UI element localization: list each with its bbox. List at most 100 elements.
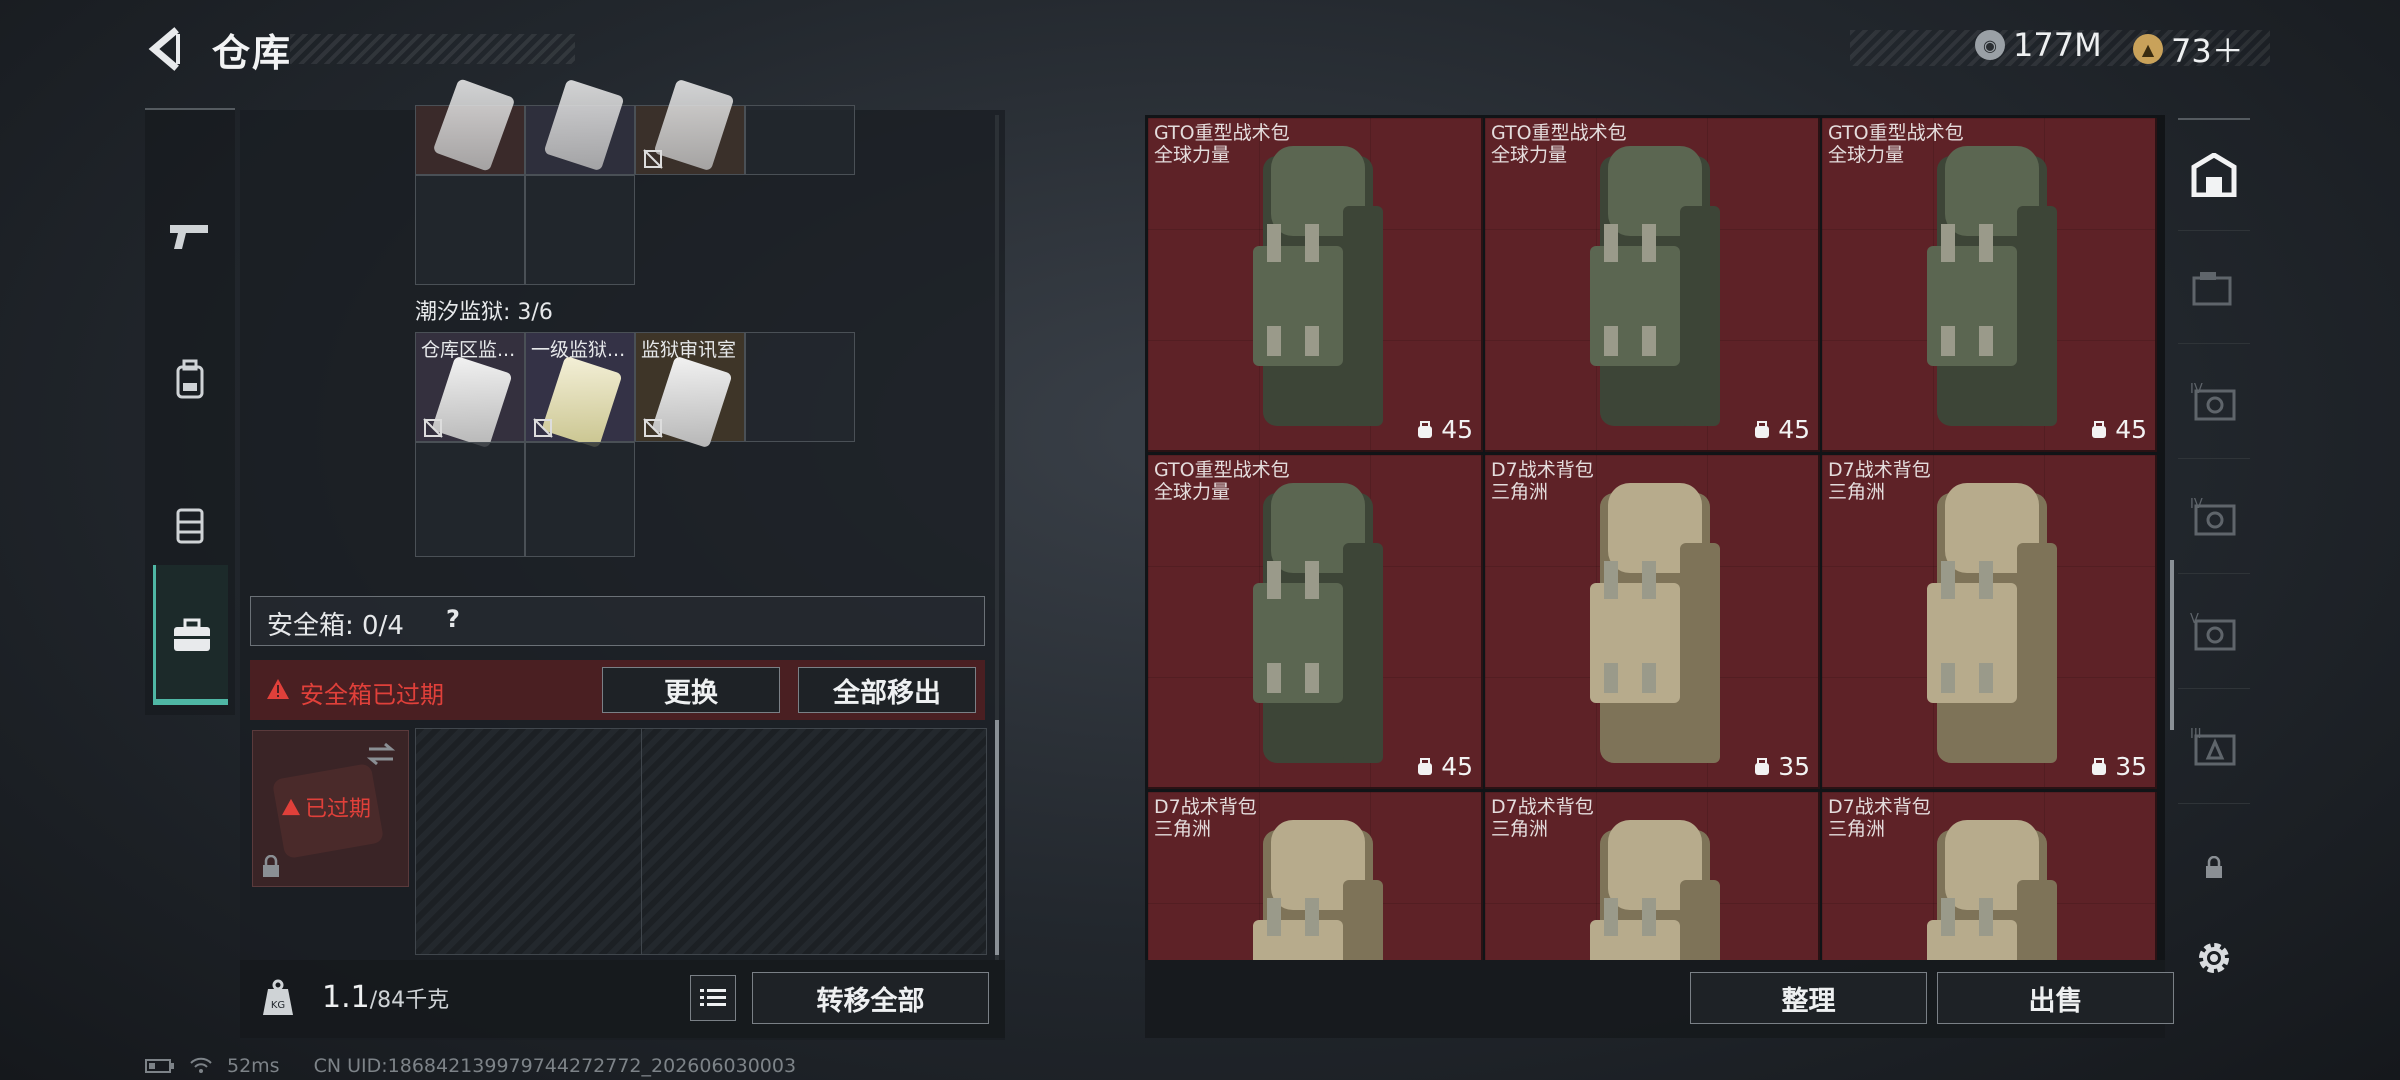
storage-item[interactable]: GTO重型战术包 全球力量 45 <box>1485 118 1820 452</box>
capacity-value: 45 <box>1441 415 1473 444</box>
grid-slot[interactable] <box>525 78 635 175</box>
transfer-all-button[interactable]: 转移全部 <box>752 972 989 1024</box>
grid-slot[interactable] <box>745 332 855 442</box>
grid-slot[interactable] <box>525 175 635 285</box>
settings-button[interactable] <box>2178 918 2250 998</box>
storage-tab-4[interactable]: V <box>2178 578 2250 689</box>
safebox-item[interactable]: 已过期 <box>252 730 409 887</box>
replace-button[interactable]: 更换 <box>602 667 780 713</box>
weight-value: 1.1 <box>322 980 370 1015</box>
nav-weapons[interactable] <box>145 170 235 300</box>
page-title: 仓库 <box>212 31 293 75</box>
left-scrollbar-thumb[interactable] <box>995 720 999 955</box>
svg-text:V: V <box>2190 612 2199 627</box>
warning-icon <box>267 679 289 699</box>
storage-tab-5[interactable]: III <box>2178 693 2250 804</box>
svg-text:IV: IV <box>2190 382 2203 397</box>
help-icon[interactable]: ? <box>446 605 460 633</box>
expired-warning-bar: 安全箱已过期 更换 全部移出 <box>250 660 985 720</box>
storage-item[interactable]: GTO重型战术包 全球力量 45 <box>1148 455 1483 789</box>
organize-button[interactable]: 整理 <box>1690 972 1927 1024</box>
item-capacity: 45 <box>2089 415 2147 444</box>
item-origin: 全球力量 <box>1491 144 1568 166</box>
item-origin: 三角洲 <box>1828 818 1886 840</box>
svg-text:IV: IV <box>2190 497 2203 512</box>
sell-button[interactable]: 出售 <box>1937 972 2174 1024</box>
keycard-slot-1[interactable]: 仓库区监... <box>415 332 525 449</box>
safebox-slots[interactable] <box>415 728 987 955</box>
remove-all-button[interactable]: 全部移出 <box>798 667 976 713</box>
list-icon <box>700 989 726 1006</box>
currency-secondary[interactable]: ▲ 73＋ <box>2133 26 2244 72</box>
back-icon[interactable] <box>140 24 190 74</box>
lock-icon <box>2206 856 2222 878</box>
briefcase-icon <box>174 618 210 651</box>
keycard-slot-2[interactable]: 一级监狱... <box>525 332 635 449</box>
item-name: GTO重型战术包 <box>1491 122 1627 144</box>
item-origin: 全球力量 <box>1154 144 1231 166</box>
item-name: GTO重型战术包 <box>1154 122 1290 144</box>
triangle-coin-icon: ▲ <box>2133 34 2163 64</box>
storage-item[interactable]: GTO重型战术包 全球力量 45 <box>1148 118 1483 452</box>
storage-tab-2[interactable]: IV <box>2178 348 2250 459</box>
nav-backpack[interactable] <box>145 315 235 445</box>
no-trade-icon <box>423 418 443 438</box>
coin-icon: ◉ <box>1975 30 2005 60</box>
currency-main[interactable]: ◉ 177M <box>1975 26 2102 64</box>
tier-triangle-icon: III <box>2190 727 2236 766</box>
item-capacity: 35 <box>2089 752 2147 781</box>
warehouse-icon <box>2191 153 2237 197</box>
item-name: D7战术背包 <box>1154 796 1257 818</box>
currency-secondary-value: 73＋ <box>2171 32 2244 70</box>
item-name: GTO重型战术包 <box>1154 459 1290 481</box>
storage-tab-locked[interactable] <box>2178 843 2250 893</box>
ping-text: 52ms <box>227 1055 280 1077</box>
storage-item[interactable]: D7战术背包 三角洲 <box>1148 792 1483 960</box>
item-name: D7战术背包 <box>1491 459 1594 481</box>
backpack-image <box>1253 146 1383 426</box>
capacity-icon <box>1755 420 1770 438</box>
nav-safebox[interactable] <box>153 565 228 705</box>
item-label: 仓库区监... <box>421 339 516 361</box>
item-origin: 三角洲 <box>1154 818 1212 840</box>
storage-item[interactable]: D7战术背包 三角洲 <box>1485 792 1820 960</box>
title-stripe-decor <box>290 34 575 64</box>
storage-item[interactable]: D7战术背包 三角洲 35 <box>1485 455 1820 789</box>
no-trade-icon <box>533 418 553 438</box>
weight-icon-label: KG <box>271 1000 285 1011</box>
storage-item[interactable]: GTO重型战术包 全球力量 45 <box>1822 118 2157 452</box>
status-bar: 52ms CN UID:1868421399797442727​72_20260… <box>145 1055 796 1077</box>
crate-icon <box>2192 272 2232 306</box>
grid-slot[interactable] <box>415 442 525 557</box>
item-name: GTO重型战术包 <box>1828 122 1964 144</box>
storage-item[interactable]: D7战术背包 三角洲 <box>1822 792 2157 960</box>
item-capacity: 35 <box>1752 752 1810 781</box>
keycard-slot-3[interactable]: 监狱审讯室 <box>635 332 745 449</box>
capacity-icon <box>1418 757 1433 775</box>
grid-slot[interactable] <box>635 78 745 175</box>
keycard-icon <box>653 78 735 172</box>
item-origin: 全球力量 <box>1828 144 1905 166</box>
capacity-value: 35 <box>2115 752 2147 781</box>
backpack-image <box>1253 483 1383 763</box>
storage-item[interactable]: D7战术背包 三角洲 35 <box>1822 455 2157 789</box>
capacity-value: 35 <box>1778 752 1810 781</box>
safebox-slot[interactable] <box>416 729 642 954</box>
grid-slot[interactable] <box>525 442 635 557</box>
grid-slot[interactable] <box>415 78 525 175</box>
backpack-image <box>1590 820 1720 960</box>
capacity-value: 45 <box>1778 415 1810 444</box>
swap-icon[interactable] <box>365 741 397 767</box>
storage-tab-1[interactable] <box>2178 233 2250 344</box>
grid-slot[interactable] <box>745 105 855 175</box>
capacity-icon <box>1418 420 1433 438</box>
storage-scrollbar[interactable] <box>2170 560 2174 730</box>
list-view-button[interactable] <box>690 975 736 1021</box>
capacity-value: 45 <box>1441 752 1473 781</box>
thumb-expired-text: 已过期 <box>305 797 372 822</box>
weight-readout: 1.1 /84千克 <box>322 980 449 1015</box>
backpack-image <box>1590 146 1720 426</box>
storage-tab-3[interactable]: IV <box>2178 463 2250 574</box>
storage-tab-all[interactable] <box>2178 118 2250 231</box>
grid-slot[interactable] <box>415 175 525 285</box>
